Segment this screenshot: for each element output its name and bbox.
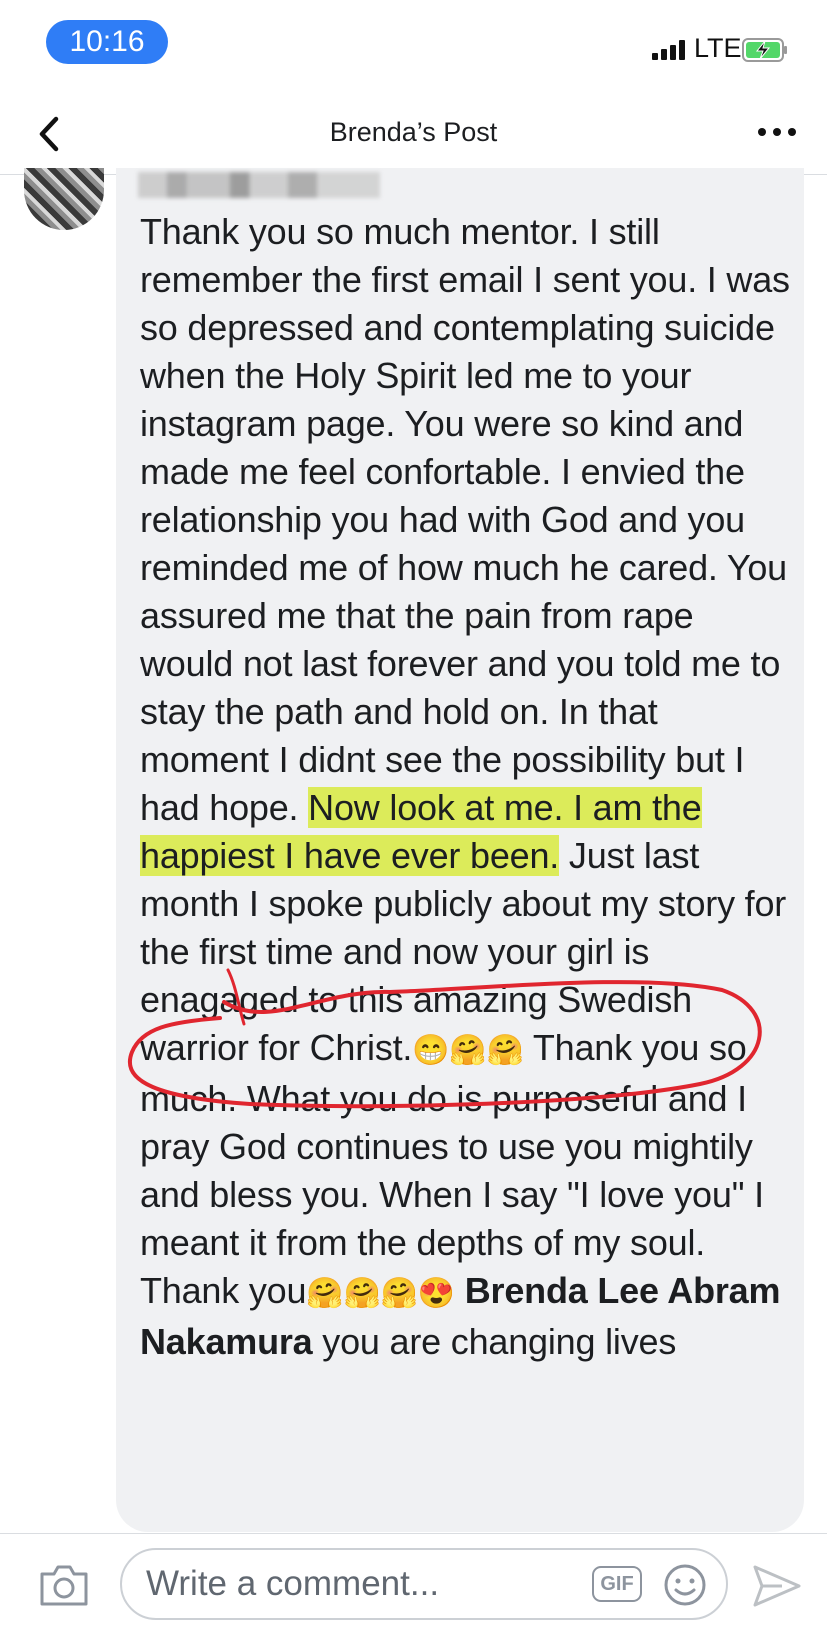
gif-button[interactable]: GIF	[592, 1566, 642, 1602]
send-icon[interactable]	[752, 1564, 802, 1608]
smiley-icon[interactable]	[662, 1562, 708, 1608]
comment-text-part: you are changing lives	[312, 1321, 677, 1362]
camera-icon[interactable]	[38, 1562, 90, 1608]
comment-text-part: Thank you so much mentor. I still rememb…	[140, 211, 790, 828]
emoji-group: 😁🤗🤗	[412, 1034, 524, 1067]
more-horizontal-icon[interactable]	[752, 117, 802, 147]
avatar[interactable]	[24, 168, 104, 230]
comment-text-part: Thank you so much. What you do is purpos…	[140, 1027, 764, 1311]
comment-composer: Write a comment... GIF	[0, 1533, 827, 1633]
battery-charging-icon	[742, 38, 787, 62]
comment-author-redacted	[138, 172, 380, 198]
emoji-group: 🤗🤗🤗😍	[306, 1277, 455, 1310]
signal-bars-icon	[652, 40, 686, 60]
page-title: Brenda’s Post	[329, 117, 498, 147]
comment-input-placeholder: Write a comment...	[146, 1564, 440, 1603]
comment-text: Thank you so much mentor. I still rememb…	[140, 208, 790, 1366]
chevron-left-icon[interactable]	[26, 109, 76, 159]
network-type: LTE	[694, 33, 742, 63]
status-bar: 10:16 LTE	[0, 0, 827, 90]
status-time: 10:16	[46, 20, 168, 64]
nav-bar: Brenda’s Post	[0, 95, 827, 175]
